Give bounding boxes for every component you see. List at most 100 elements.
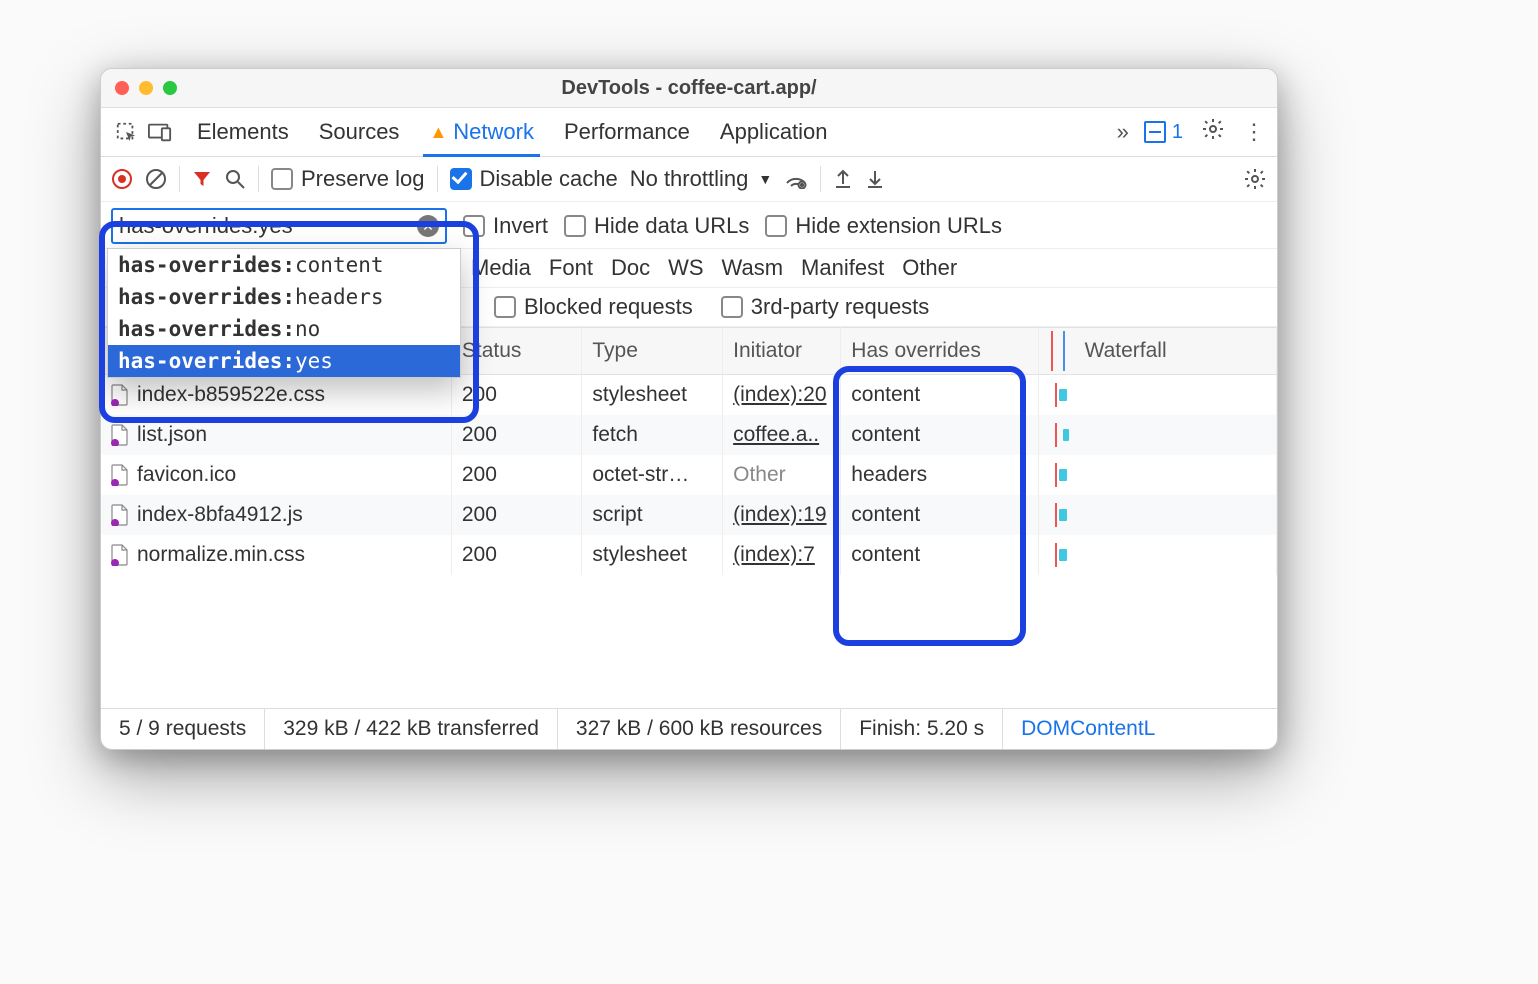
type-filter-doc[interactable]: Doc (611, 255, 650, 281)
hide-data-urls-checkbox[interactable]: Hide data URLs (564, 213, 749, 239)
kebab-menu-icon[interactable]: ⋮ (1243, 119, 1265, 145)
filter-suggestion[interactable]: has-overrides:yes (108, 345, 460, 377)
network-toolbar: Preserve log Disable cache No throttling… (101, 157, 1277, 202)
status-domcontentloaded: DOMContentL (1003, 709, 1173, 749)
devtools-window: DevTools - coffee-cart.app/ Elements Sour… (100, 68, 1278, 750)
table-row[interactable]: favicon.ico 200octet-str…Otherheaders (101, 455, 1277, 495)
blocked-requests-checkbox[interactable]: Blocked requests (494, 294, 693, 320)
filter-suggestion[interactable]: has-overrides:no (108, 313, 460, 345)
request-name: normalize.min.css (137, 543, 305, 567)
search-icon[interactable] (224, 168, 246, 190)
request-name: index-8bfa4912.js (137, 503, 303, 527)
chevron-down-icon: ▼ (758, 171, 772, 187)
column-header[interactable]: Waterfall (1038, 328, 1276, 375)
tab-sources[interactable]: Sources (319, 108, 400, 156)
tab-performance[interactable]: Performance (564, 108, 690, 156)
filter-bar: has-overrides:yes ✕ has-overrides:conten… (101, 202, 1277, 249)
clear-filter-icon[interactable]: ✕ (417, 215, 439, 237)
status-cell: 200 (451, 535, 581, 575)
type-cell: octet-str… (582, 455, 723, 495)
type-filter-font[interactable]: Font (549, 255, 593, 281)
overrides-cell: content (841, 415, 1038, 455)
type-cell: script (582, 495, 723, 535)
import-har-icon[interactable] (865, 168, 885, 190)
status-requests: 5 / 9 requests (101, 709, 265, 749)
type-filter-other[interactable]: Other (902, 255, 957, 281)
initiator-cell[interactable]: (index):19 (723, 495, 841, 535)
initiator-cell[interactable]: coffee.a.. (723, 415, 841, 455)
network-conditions-icon[interactable] (784, 169, 808, 189)
request-name: index-b859522e.css (137, 383, 325, 407)
status-cell: 200 (451, 415, 581, 455)
column-header[interactable]: Has overrides (841, 328, 1038, 375)
overrides-cell: headers (841, 455, 1038, 495)
disable-cache-checkbox[interactable]: Disable cache (450, 166, 618, 192)
table-row[interactable]: index-8bfa4912.js 200script(index):19cont… (101, 495, 1277, 535)
initiator-cell[interactable]: (index):20 (723, 375, 841, 416)
inspect-element-icon[interactable] (109, 121, 143, 143)
type-filter-ws[interactable]: WS (668, 255, 703, 281)
device-toolbar-icon[interactable] (143, 122, 177, 142)
issues-icon (1144, 121, 1166, 143)
initiator-cell[interactable]: (index):7 (723, 535, 841, 575)
invert-checkbox[interactable]: Invert (463, 213, 548, 239)
initiator-cell[interactable]: Other (723, 455, 841, 495)
status-resources: 327 kB / 600 kB resources (558, 709, 841, 749)
zoom-window-button[interactable] (163, 81, 177, 95)
request-name: favicon.ico (137, 463, 236, 487)
column-header[interactable]: Initiator (723, 328, 841, 375)
network-settings-icon[interactable] (1243, 167, 1267, 191)
tab-network[interactable]: ▲Network (429, 108, 534, 156)
waterfall-cell (1038, 415, 1276, 455)
filter-icon[interactable] (192, 169, 212, 189)
column-header[interactable]: Status (451, 328, 581, 375)
network-table: NameStatusTypeInitiatorHas overridesWate… (101, 327, 1277, 708)
warning-icon: ▲ (429, 122, 447, 143)
type-cell: stylesheet (582, 375, 723, 416)
status-transferred: 329 kB / 422 kB transferred (265, 709, 558, 749)
waterfall-cell (1038, 375, 1276, 416)
table-row[interactable]: normalize.min.css200stylesheet(index):7c… (101, 535, 1277, 575)
window-title: DevTools - coffee-cart.app/ (561, 77, 816, 100)
type-filter-manifest[interactable]: Manifest (801, 255, 884, 281)
minimize-window-button[interactable] (139, 81, 153, 95)
record-button[interactable] (111, 168, 133, 190)
type-cell: stylesheet (582, 535, 723, 575)
column-header[interactable]: Type (582, 328, 723, 375)
export-har-icon[interactable] (833, 168, 853, 190)
filter-suggestion[interactable]: has-overrides:content (108, 249, 460, 281)
waterfall-cell (1038, 455, 1276, 495)
overrides-cell: content (841, 495, 1038, 535)
status-cell: 200 (451, 495, 581, 535)
waterfall-cell (1038, 495, 1276, 535)
filter-input[interactable]: has-overrides:yes ✕ has-overrides:conten… (111, 208, 447, 244)
filter-suggestion[interactable]: has-overrides:headers (108, 281, 460, 313)
tab-elements[interactable]: Elements (197, 108, 289, 156)
issues-button[interactable]: 1 (1144, 121, 1183, 144)
tab-application[interactable]: Application (720, 108, 828, 156)
settings-icon[interactable] (1201, 117, 1225, 147)
waterfall-cell (1038, 535, 1276, 575)
window-titlebar: DevTools - coffee-cart.app/ (101, 69, 1277, 108)
overflow-tabs-icon[interactable]: » (1117, 119, 1126, 145)
overrides-cell: content (841, 375, 1038, 416)
hide-extension-urls-checkbox[interactable]: Hide extension URLs (765, 213, 1002, 239)
network-status-bar: 5 / 9 requests 329 kB / 422 kB transferr… (101, 708, 1277, 749)
filter-autocomplete-dropdown: has-overrides:contenthas-overrides:heade… (107, 248, 461, 378)
third-party-checkbox[interactable]: 3rd-party requests (721, 294, 930, 320)
type-filter-wasm[interactable]: Wasm (722, 255, 784, 281)
status-cell: 200 (451, 375, 581, 416)
traffic-lights (101, 81, 177, 95)
filter-input-value: has-overrides:yes (119, 213, 293, 239)
throttling-dropdown[interactable]: No throttling ▼ (630, 166, 772, 192)
preserve-log-checkbox[interactable]: Preserve log (271, 166, 425, 192)
close-window-button[interactable] (115, 81, 129, 95)
request-name: list.json (137, 423, 207, 447)
table-row[interactable]: list.json200fetchcoffee.a..content (101, 415, 1277, 455)
table-row[interactable]: index-b859522e.css 200stylesheet(index):2… (101, 375, 1277, 416)
issues-count: 1 (1172, 121, 1183, 144)
status-cell: 200 (451, 455, 581, 495)
status-finish: Finish: 5.20 s (841, 709, 1003, 749)
clear-button[interactable] (145, 168, 167, 190)
type-filter-media[interactable]: Media (471, 255, 531, 281)
